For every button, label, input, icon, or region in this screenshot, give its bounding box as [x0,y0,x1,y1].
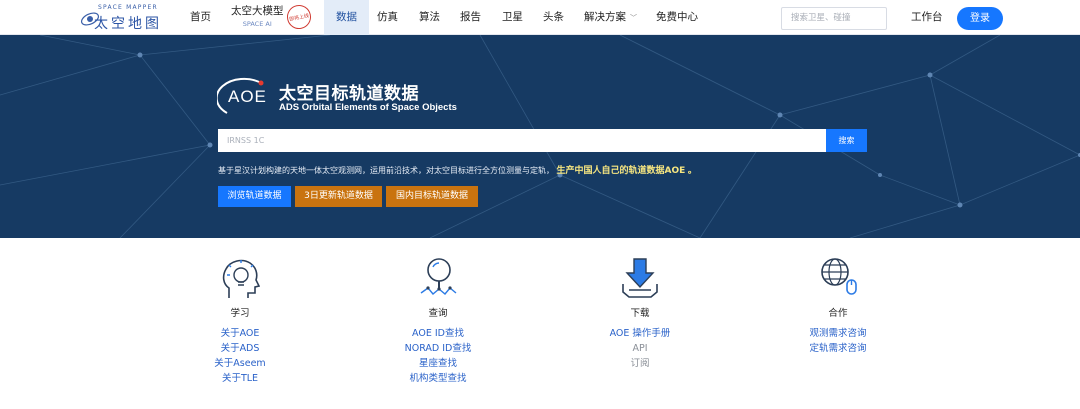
feature-download: 下载 AOE 操作手册 API 订阅 [580,256,700,371]
hero-desc-text: 基于星汉计划构建的天地一体太空观测网，运用前沿技术，对太空目标进行全方位测量与定… [218,166,554,175]
browse-orbit-data-button[interactable]: 浏览轨道数据 [218,186,291,207]
link-about-aoe[interactable]: 关于AOE [180,326,300,341]
link-norad-id-search[interactable]: NORAD ID查找 [378,341,498,356]
head-lightbulb-icon [222,259,260,298]
chevron-down-icon: ﹀ [630,14,637,22]
top-nav: SPACE MAPPER 太空地图 首页 太空大模型 SPACE AI 即将上线… [0,0,1080,35]
link-orbit-consult[interactable]: 定轨需求咨询 [778,341,898,356]
aoe-logo-text: AOE [228,87,267,106]
feature-download-title: 下载 [630,308,650,319]
link-constellation-search[interactable]: 星座查找 [378,356,498,371]
nav-space-ai[interactable]: 太空大模型 SPACE AI [231,0,284,35]
link-aoe-id-search[interactable]: AOE ID查找 [378,326,498,341]
nav-space-ai-sub: SPACE AI [242,20,272,28]
coming-soon-stamp: 即将上线 [284,2,314,32]
hero-desc-highlight: 生产中国人自己的轨道数据AOE [556,166,686,176]
link-api[interactable]: API [580,341,700,356]
logo-en-text: SPACE MAPPER [98,4,158,11]
feature-learn: 学习 关于AOE 关于ADS 关于Aseem 关于TLE [180,256,300,386]
link-about-aseem[interactable]: 关于Aseem [180,356,300,371]
feature-query-title: 查询 [428,308,448,319]
link-aoe-manual[interactable]: AOE 操作手册 [580,326,700,341]
nav-headlines[interactable]: 头条 [543,0,564,35]
site-logo[interactable]: SPACE MAPPER 太空地图 [80,4,170,32]
hero-banner: AOE 太空目标轨道数据 ADS Orbital Elements of Spa… [0,35,1080,238]
workbench-link[interactable]: 工作台 [911,0,943,35]
nav-simulation[interactable]: 仿真 [377,0,398,35]
globe-mouse-icon [821,258,857,295]
link-org-type-search[interactable]: 机构类型查找 [378,371,498,386]
logo-zh-text: 太空地图 [94,16,162,32]
nav-solutions[interactable]: 解决方案 ﹀ [584,0,637,35]
link-about-tle[interactable]: 关于TLE [180,371,300,386]
stamp-text: 即将上线 [288,12,310,23]
orbit-search-button[interactable]: 搜索 [826,129,867,152]
nav-report[interactable]: 报告 [460,0,481,35]
feature-cooperate: 合作 观测需求咨询 定轨需求咨询 [778,256,898,356]
nav-solutions-label: 解决方案 [584,11,626,23]
hero-title: 太空目标轨道数据 [279,84,419,104]
hero-description: 基于星汉计划构建的天地一体太空观测网，运用前沿技术，对太空目标进行全方位测量与定… [218,163,697,176]
nav-data[interactable]: 数据 [324,0,369,35]
orbit-search-input[interactable]: IRNSS 1C [218,129,827,152]
nav-home[interactable]: 首页 [190,0,211,35]
feature-learn-title: 学习 [230,308,250,319]
feature-cooperate-title: 合作 [828,308,848,319]
link-observation-consult[interactable]: 观测需求咨询 [778,326,898,341]
download-icon [622,258,658,298]
hero-desc-end: 。 [687,166,697,176]
domestic-target-data-button[interactable]: 国内目标轨道数据 [386,186,478,207]
nav-algorithm[interactable]: 算法 [419,0,440,35]
login-button[interactable]: 登录 [957,7,1003,30]
hero-subtitle: ADS Orbital Elements of Space Objects [279,102,457,113]
aoe-logo: AOE [217,77,269,119]
feature-query: 查询 AOE ID查找 NORAD ID查找 星座查找 机构类型查找 [378,256,498,386]
nav-space-ai-label: 太空大模型 [231,5,284,17]
nav-satellite[interactable]: 卫星 [502,0,523,35]
three-day-update-button[interactable]: 3日更新轨道数据 [295,186,382,207]
nav-free-center[interactable]: 免费中心 [656,0,698,35]
magnifier-icon [420,258,457,295]
link-about-ads[interactable]: 关于ADS [180,341,300,356]
link-subscribe[interactable]: 订阅 [580,356,700,371]
top-search-input[interactable]: 搜索卫星、碰撞 [781,7,887,30]
